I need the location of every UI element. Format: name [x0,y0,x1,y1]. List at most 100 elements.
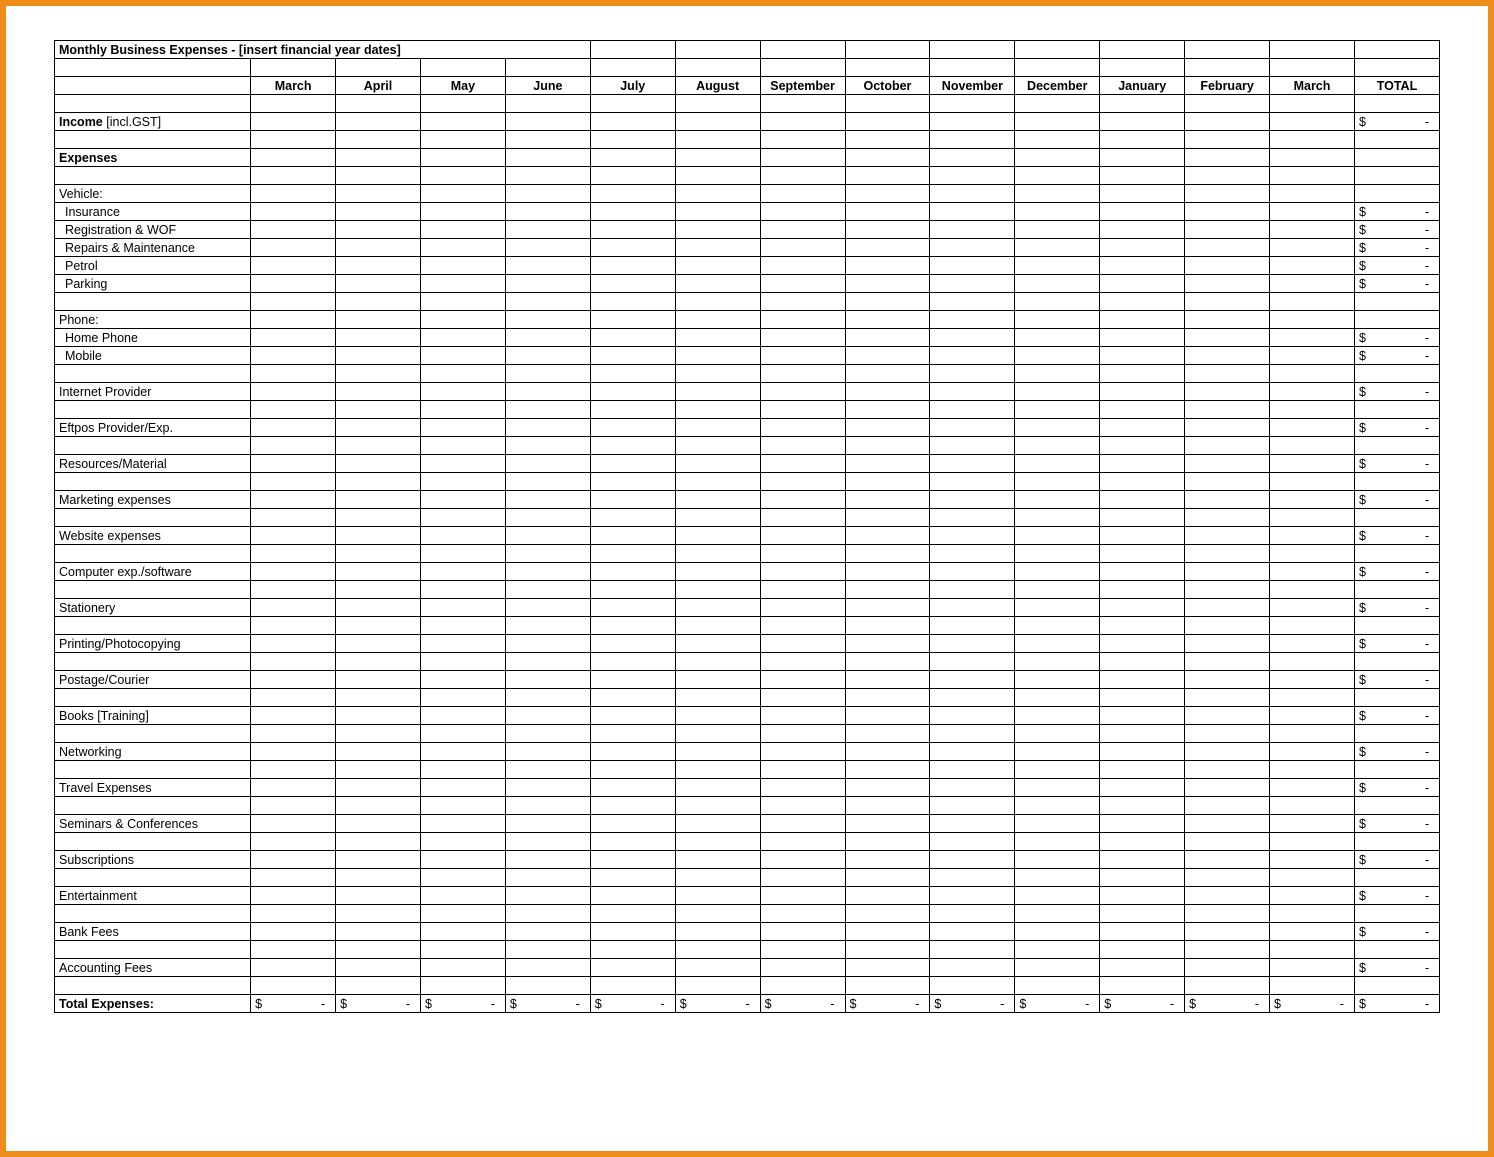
cell[interactable] [845,617,930,635]
cell[interactable] [251,833,336,851]
cell[interactable] [590,59,675,77]
cell[interactable] [590,131,675,149]
cell[interactable] [760,509,845,527]
expense-cell[interactable] [505,527,590,545]
cell[interactable] [1100,797,1185,815]
expense-cell[interactable] [675,815,760,833]
expense-cell[interactable] [1185,257,1270,275]
expense-cell[interactable] [1100,635,1185,653]
expense-cell[interactable] [1185,887,1270,905]
expense-cell[interactable] [1100,707,1185,725]
cell[interactable] [1270,509,1355,527]
cell[interactable] [1270,401,1355,419]
expense-cell[interactable] [1270,563,1355,581]
cell[interactable] [251,509,336,527]
expense-cell[interactable] [845,419,930,437]
expense-cell[interactable] [505,491,590,509]
cell[interactable] [55,797,251,815]
cell[interactable] [505,545,590,563]
cell[interactable] [930,41,1015,59]
expense-cell[interactable] [675,779,760,797]
cell[interactable] [420,293,505,311]
expense-cell[interactable] [505,959,590,977]
cell[interactable] [675,437,760,455]
cell[interactable] [55,905,251,923]
cell[interactable] [1100,185,1185,203]
cell[interactable] [1185,41,1270,59]
cell[interactable] [1100,509,1185,527]
expense-cell[interactable] [930,383,1015,401]
cell[interactable] [420,869,505,887]
expense-cell[interactable] [930,527,1015,545]
expense-cell[interactable] [1185,419,1270,437]
cell[interactable] [1015,653,1100,671]
expense-cell[interactable] [760,419,845,437]
cell[interactable] [930,941,1015,959]
cell[interactable] [505,365,590,383]
cell[interactable] [590,149,675,167]
expense-cell[interactable] [336,671,421,689]
expense-cell[interactable] [845,707,930,725]
cell[interactable] [760,869,845,887]
expense-cell[interactable] [251,599,336,617]
cell[interactable] [251,473,336,491]
cell[interactable] [1015,311,1100,329]
cell[interactable] [1354,689,1439,707]
expense-cell[interactable] [760,635,845,653]
cell[interactable] [336,509,421,527]
cell[interactable] [1270,473,1355,491]
cell[interactable] [1270,653,1355,671]
cell[interactable] [1185,797,1270,815]
cell[interactable] [336,545,421,563]
cell[interactable] [336,95,421,113]
cell[interactable] [590,311,675,329]
expense-cell[interactable] [675,599,760,617]
expense-cell[interactable] [1100,275,1185,293]
cell[interactable] [1270,905,1355,923]
cell[interactable] [1100,365,1185,383]
expense-cell[interactable] [1270,671,1355,689]
expense-cell[interactable] [336,599,421,617]
cell[interactable] [336,941,421,959]
income-cell[interactable] [336,113,421,131]
cell[interactable] [505,59,590,77]
cell[interactable] [55,365,251,383]
expense-cell[interactable] [336,419,421,437]
cell[interactable] [1015,401,1100,419]
cell[interactable] [1015,905,1100,923]
expense-cell[interactable] [845,563,930,581]
cell[interactable] [505,905,590,923]
cell[interactable] [505,401,590,419]
expense-cell[interactable] [590,203,675,221]
cell[interactable] [590,545,675,563]
expense-cell[interactable] [505,779,590,797]
expense-cell[interactable] [590,419,675,437]
cell[interactable] [336,653,421,671]
cell[interactable] [590,761,675,779]
cell[interactable] [336,365,421,383]
expense-cell[interactable] [1270,959,1355,977]
cell[interactable] [590,401,675,419]
cell[interactable] [1100,401,1185,419]
expense-cell[interactable] [845,959,930,977]
expense-cell[interactable] [590,743,675,761]
cell[interactable] [1185,401,1270,419]
cell[interactable] [930,977,1015,995]
cell[interactable] [845,581,930,599]
cell[interactable] [675,365,760,383]
expense-cell[interactable] [420,923,505,941]
cell[interactable] [1354,41,1439,59]
income-cell[interactable] [1100,113,1185,131]
expense-cell[interactable] [1185,923,1270,941]
cell[interactable] [1100,59,1185,77]
cell[interactable] [505,167,590,185]
expense-cell[interactable] [1270,707,1355,725]
cell[interactable] [420,761,505,779]
cell[interactable] [251,725,336,743]
expense-cell[interactable] [930,671,1015,689]
expense-cell[interactable] [251,455,336,473]
cell[interactable] [1100,131,1185,149]
cell[interactable] [760,617,845,635]
expense-cell[interactable] [1015,275,1100,293]
expense-cell[interactable] [845,383,930,401]
